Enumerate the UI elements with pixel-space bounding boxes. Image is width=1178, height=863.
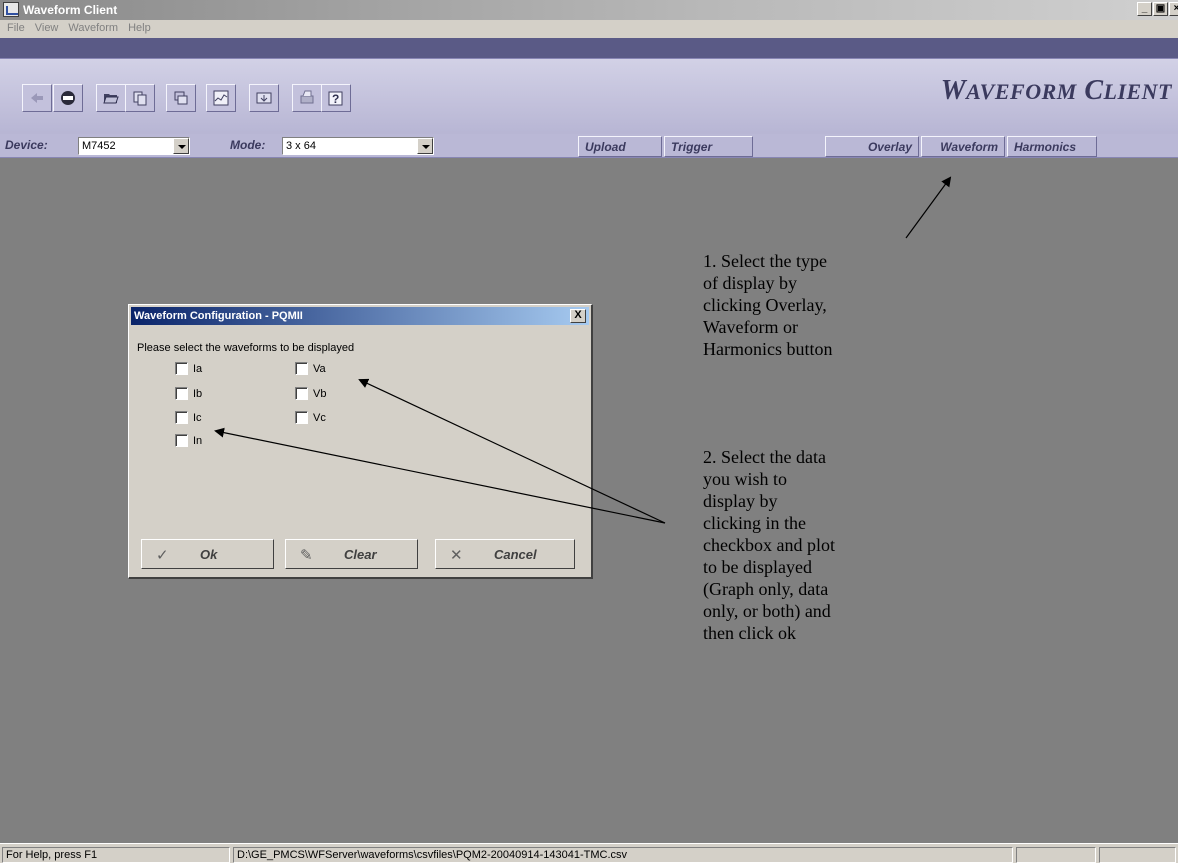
checkbox-va[interactable]: Va bbox=[295, 362, 326, 375]
waveform-button[interactable]: Waveform bbox=[921, 136, 1005, 157]
checkbox-box[interactable] bbox=[175, 411, 188, 424]
dialog-prompt: Please select the waveforms to be displa… bbox=[137, 342, 355, 354]
dialog-title: Waveform Configuration - PQMII bbox=[134, 310, 303, 322]
connect-icon bbox=[31, 93, 43, 103]
ok-label: Ok bbox=[200, 547, 218, 562]
print-icon bbox=[300, 90, 314, 104]
open-button[interactable] bbox=[96, 84, 126, 112]
stop-button[interactable] bbox=[53, 84, 83, 112]
device-value: M7452 bbox=[82, 140, 116, 152]
chart-button[interactable] bbox=[206, 84, 236, 112]
menu-file[interactable]: File bbox=[2, 20, 30, 38]
close-button[interactable]: × bbox=[1169, 2, 1178, 16]
dialog-close-button[interactable]: X bbox=[570, 309, 586, 323]
checkbox-label: Ib bbox=[193, 387, 203, 400]
checkbox-label: Vb bbox=[313, 387, 327, 400]
cancel-label: Cancel bbox=[494, 547, 537, 562]
harmonics-button[interactable]: Harmonics bbox=[1007, 136, 1097, 157]
brand-logo: WAVEFORM CLIENT bbox=[940, 75, 1172, 106]
checkbox-box[interactable] bbox=[295, 387, 308, 400]
eraser-icon: ✎ bbox=[300, 547, 313, 564]
menu-help[interactable]: Help bbox=[123, 20, 156, 38]
app-icon[interactable] bbox=[3, 2, 19, 17]
checkbox-label: Ia bbox=[193, 362, 203, 375]
checkbox-vb[interactable]: Vb bbox=[295, 387, 326, 400]
device-label: Device: bbox=[5, 138, 48, 152]
copy-button[interactable] bbox=[125, 84, 155, 112]
status-bar: For Help, press F1 D:\GE_PMCS\WFServer\w… bbox=[0, 843, 1178, 863]
toolbar: ? WAVEFORM CLIENT bbox=[0, 58, 1178, 138]
checkbox-ic[interactable]: Ic bbox=[175, 411, 202, 424]
help-button[interactable]: ? bbox=[321, 84, 351, 112]
checkbox-label: Ic bbox=[193, 411, 202, 424]
checkmark-icon: ✓ bbox=[156, 547, 169, 564]
device-select[interactable]: M7452 bbox=[78, 137, 190, 155]
clear-label: Clear bbox=[344, 547, 377, 562]
open-folder-icon bbox=[103, 94, 119, 104]
cancel-button[interactable]: ✕ Cancel bbox=[435, 539, 575, 569]
mode-value: 3 x 64 bbox=[286, 140, 316, 152]
checkbox-ia[interactable]: Ia bbox=[175, 362, 202, 375]
checkbox-label: Va bbox=[313, 362, 326, 375]
export-button[interactable] bbox=[249, 84, 279, 112]
menu-view[interactable]: View bbox=[30, 20, 64, 38]
help-icon: ? bbox=[328, 91, 343, 106]
checkbox-label: Vc bbox=[313, 411, 326, 424]
checkbox-label: In bbox=[193, 434, 203, 447]
checkbox-ib[interactable]: Ib bbox=[175, 387, 202, 400]
print-button[interactable] bbox=[292, 84, 322, 112]
checkbox-in[interactable]: In bbox=[175, 434, 202, 447]
status-pane-empty bbox=[1099, 847, 1176, 863]
dialog-title-bar[interactable]: Waveform Configuration - PQMII X bbox=[131, 307, 589, 325]
window-title: Waveform Client bbox=[23, 3, 118, 17]
trigger-button[interactable]: Trigger bbox=[664, 136, 753, 157]
chevron-down-icon[interactable] bbox=[173, 138, 189, 154]
window-icon bbox=[174, 91, 188, 105]
waveform-config-dialog: Waveform Configuration - PQMII X Please … bbox=[128, 304, 593, 579]
mode-label: Mode: bbox=[230, 138, 266, 152]
copy-icon bbox=[133, 91, 147, 106]
window-controls: _ ▣ × bbox=[1137, 2, 1178, 16]
window-button[interactable] bbox=[166, 84, 196, 112]
minimize-button[interactable]: _ bbox=[1137, 2, 1152, 16]
connect-button[interactable] bbox=[22, 84, 52, 112]
cancel-x-icon: ✕ bbox=[450, 547, 463, 564]
device-bar: Device: M7452 Mode: 3 x 64 Upload Trigge… bbox=[0, 134, 1178, 158]
mode-select[interactable]: 3 x 64 bbox=[282, 137, 434, 155]
annotation-step-1: 1. Select the type of display by clickin… bbox=[703, 251, 833, 359]
ok-button[interactable]: ✓ Ok bbox=[141, 539, 274, 569]
checkbox-vc[interactable]: Vc bbox=[295, 411, 326, 424]
upload-button[interactable]: Upload bbox=[578, 136, 662, 157]
checkbox-box[interactable] bbox=[295, 362, 308, 375]
svg-text:?: ? bbox=[332, 92, 339, 106]
menu-bar: File View Waveform Help bbox=[0, 20, 1178, 38]
checkbox-box[interactable] bbox=[175, 362, 188, 375]
status-help-text: For Help, press F1 bbox=[2, 847, 230, 863]
clear-button[interactable]: ✎ Clear bbox=[285, 539, 418, 569]
menu-waveform[interactable]: Waveform bbox=[63, 20, 123, 38]
checkbox-box[interactable] bbox=[175, 387, 188, 400]
status-pane-empty bbox=[1016, 847, 1096, 863]
annotation-step-2: 2. Select the data you wish to display b… bbox=[703, 447, 835, 643]
chevron-down-icon[interactable] bbox=[417, 138, 433, 154]
checkbox-box[interactable] bbox=[295, 411, 308, 424]
status-file-path: D:\GE_PMCS\WFServer\waveforms\csvfiles\P… bbox=[233, 847, 1013, 863]
header-banner bbox=[0, 38, 1178, 58]
stop-icon bbox=[61, 91, 75, 105]
title-bar: Waveform Client _ ▣ × bbox=[0, 0, 1178, 20]
export-icon bbox=[256, 92, 272, 104]
checkbox-box[interactable] bbox=[175, 434, 188, 447]
maximize-button[interactable]: ▣ bbox=[1153, 2, 1168, 16]
overlay-button[interactable]: Overlay bbox=[825, 136, 919, 157]
chart-icon bbox=[213, 90, 229, 106]
